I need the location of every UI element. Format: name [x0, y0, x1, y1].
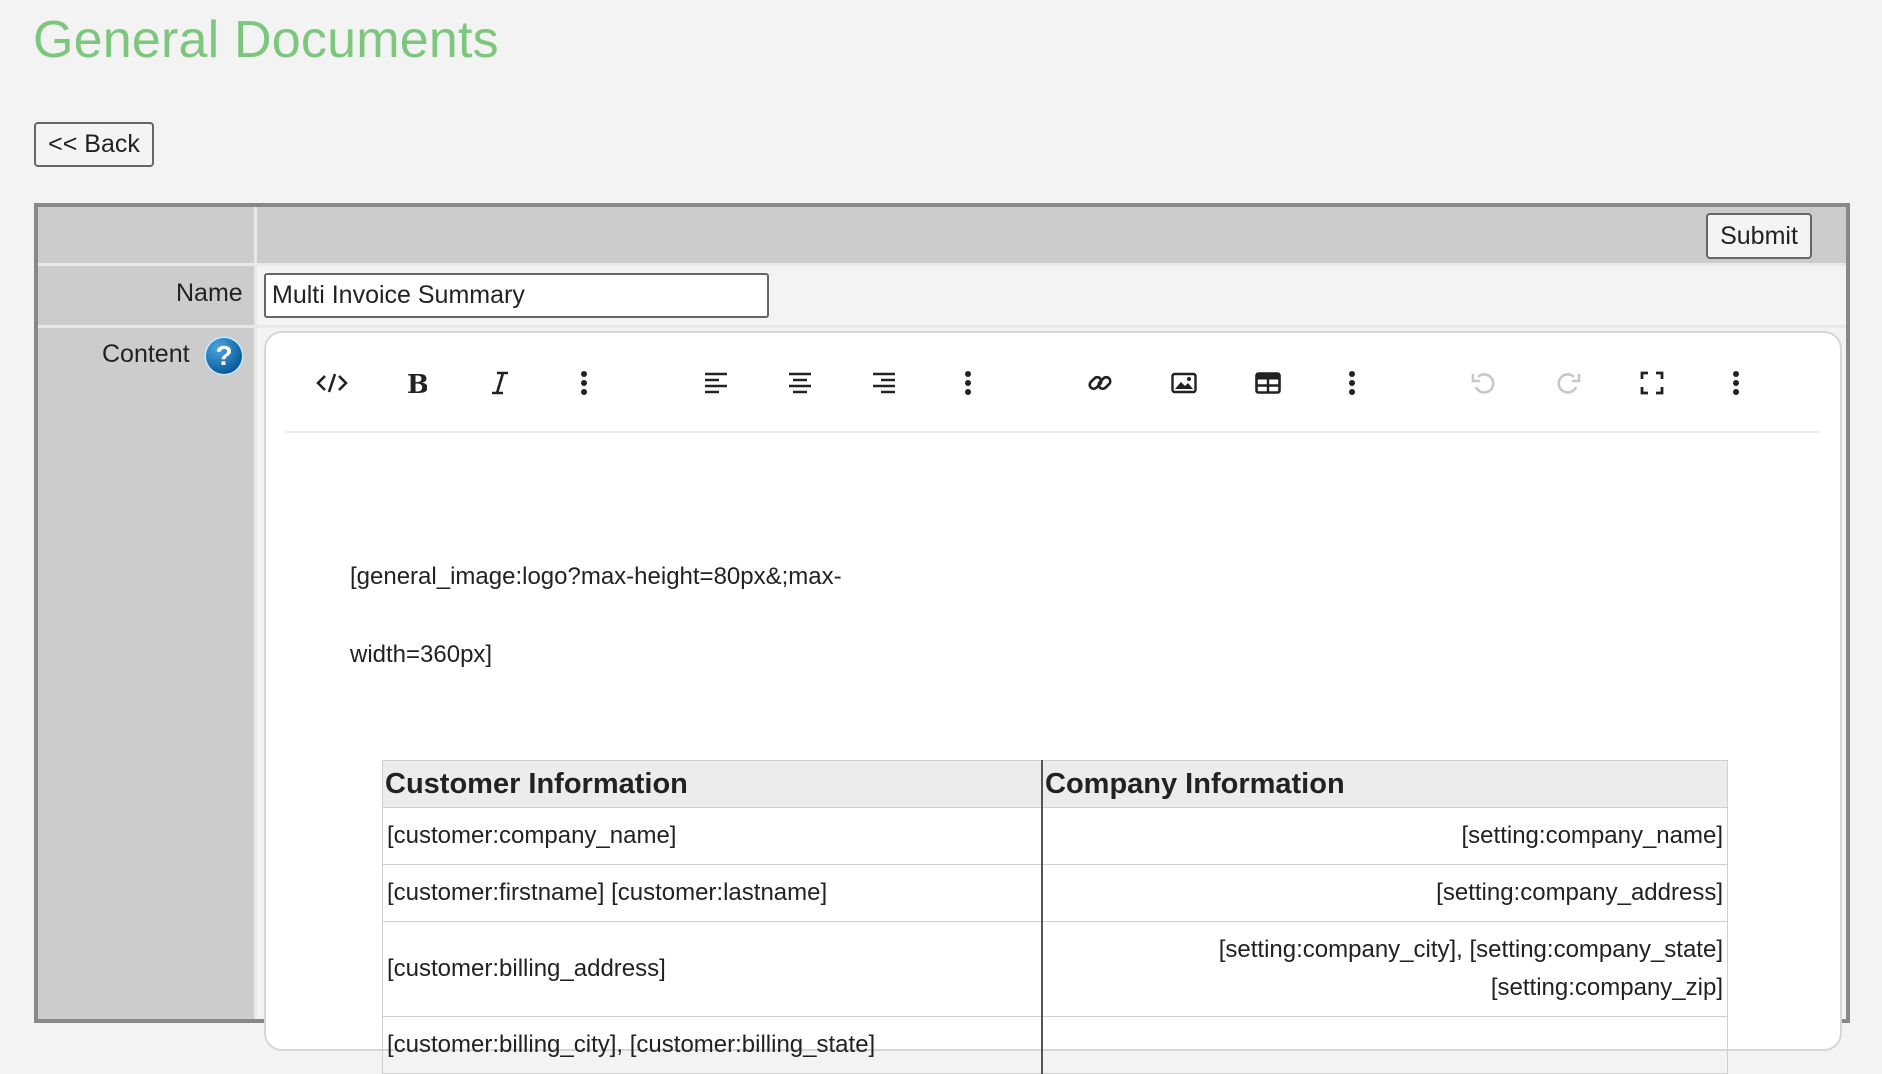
source-code-icon[interactable] — [312, 363, 352, 403]
content-line-1: [general_image:logo?max-height=80px&;max… — [350, 563, 842, 590]
more-insert-icon[interactable] — [1332, 363, 1372, 403]
table-cell: [setting:company_name] — [1041, 807, 1728, 865]
bold-icon[interactable]: B — [396, 363, 436, 403]
content-label: Content — [102, 340, 190, 368]
table-cell: [customer:billing_city], [customer:billi… — [382, 1016, 1043, 1074]
table-cell: [customer:company_name] — [382, 807, 1043, 865]
help-icon[interactable]: ? — [204, 336, 244, 376]
editor-toolbar: B — [286, 333, 1820, 433]
align-left-icon[interactable] — [696, 363, 736, 403]
redo-icon[interactable] — [1548, 363, 1588, 403]
rich-text-editor[interactable]: B [general_image:logo?max-height=80px&;m… — [264, 331, 1842, 1074]
align-center-icon[interactable] — [780, 363, 820, 403]
table-cell: [customer:billing_address] — [382, 921, 1043, 1017]
label-column — [38, 207, 254, 1019]
table-cell — [1041, 1016, 1728, 1074]
italic-icon[interactable] — [480, 363, 520, 403]
table-row: [customer:billing_city], [customer:billi… — [382, 1016, 1728, 1074]
fullscreen-icon[interactable] — [1632, 363, 1672, 403]
image-icon[interactable] — [1164, 363, 1204, 403]
undo-icon[interactable] — [1464, 363, 1504, 403]
name-input[interactable] — [264, 273, 769, 318]
table-row: [customer:firstname] [customer:lastname]… — [382, 864, 1728, 922]
submit-button[interactable]: Submit — [1706, 213, 1812, 259]
table-cell: [setting:company_city], [setting:company… — [1041, 921, 1728, 1017]
document-form: Submit Name Content ? B — [34, 203, 1850, 1074]
back-button[interactable]: << Back — [34, 122, 154, 167]
name-label: Name — [176, 279, 243, 307]
table-row: [customer:billing_address] [setting:comp… — [382, 921, 1728, 1017]
more-text-icon[interactable] — [564, 363, 604, 403]
information-table: Customer Information Company Information… — [382, 760, 1728, 1074]
form-header-row: Submit — [257, 207, 1846, 263]
link-icon[interactable] — [1080, 363, 1120, 403]
table-header-customer: Customer Information — [382, 760, 1043, 808]
table-header-company: Company Information — [1041, 760, 1728, 808]
content-line-2: width=360px] — [350, 641, 493, 668]
table-icon[interactable] — [1248, 363, 1288, 403]
more-paragraph-icon[interactable] — [948, 363, 988, 403]
more-misc-icon[interactable] — [1716, 363, 1756, 403]
table-row: [customer:company_name] [setting:company… — [382, 807, 1728, 865]
table-cell: [setting:company_address] — [1041, 864, 1728, 922]
table-cell: [customer:firstname] [customer:lastname] — [382, 864, 1043, 922]
page-title: General Documents — [33, 11, 499, 69]
align-right-icon[interactable] — [864, 363, 904, 403]
svg-text:B: B — [407, 370, 427, 396]
